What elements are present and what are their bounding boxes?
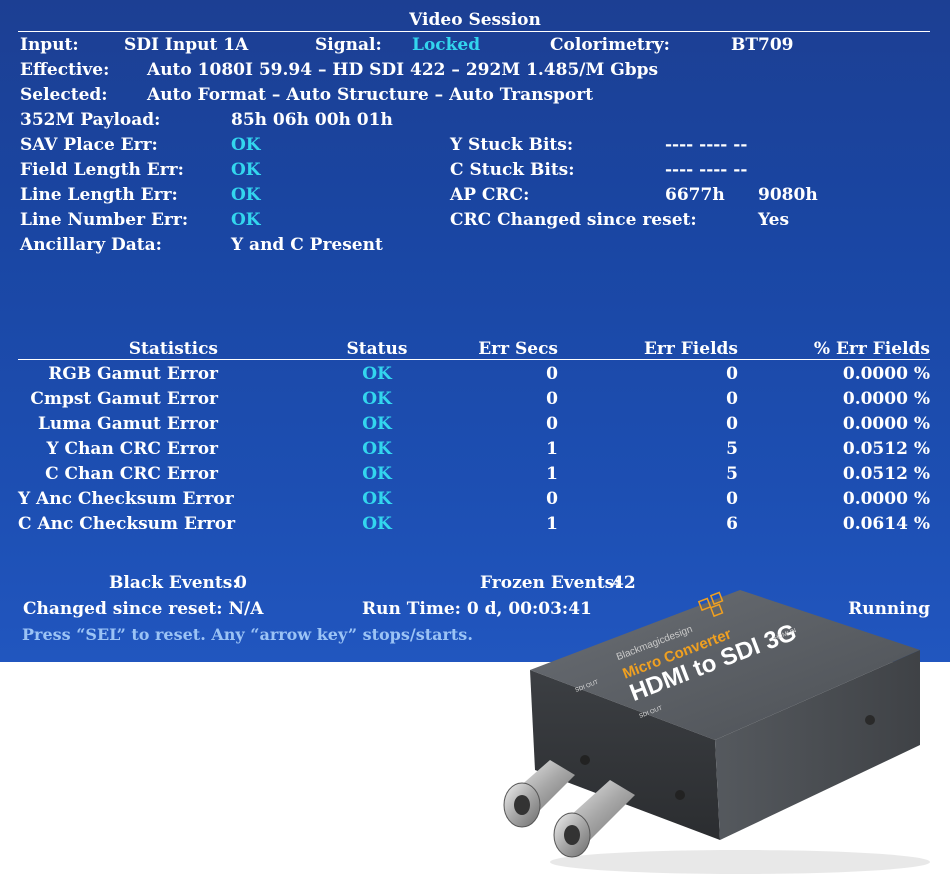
row-err-fields: 0: [726, 414, 738, 434]
row-err-fields: 5: [726, 439, 738, 459]
sav-place-err-value: OK: [231, 135, 261, 155]
row-err-fields: 0: [726, 364, 738, 384]
table-divider: [18, 359, 930, 360]
row-name: RGB Gamut Error: [48, 364, 218, 384]
row-pct-err-fields: 0.0512 %: [842, 464, 930, 484]
ap-crc-value-2: 9080h: [758, 185, 818, 205]
row-err-secs: 1: [546, 464, 558, 484]
row-name: C Anc Checksum Error: [18, 514, 236, 534]
effective-label: Effective:: [20, 60, 110, 80]
row-err-fields: 0: [726, 489, 738, 509]
row-pct-err-fields: 0.0512 %: [842, 439, 930, 459]
reset-hint: Press “SEL” to reset. Any “arrow key” st…: [22, 625, 473, 644]
row-name: C Chan CRC Error: [45, 464, 218, 484]
colorimetry-label: Colorimetry:: [550, 35, 670, 55]
row-status: OK: [362, 364, 392, 384]
field-length-err-label: Field Length Err:: [20, 160, 184, 180]
row-status: OK: [362, 489, 392, 509]
video-session-panel: Video Session Input: SDI Input 1A Signal…: [0, 0, 950, 662]
selected-value: Auto Format – Auto Structure – Auto Tran…: [147, 85, 594, 105]
row-err-secs: 1: [546, 514, 558, 534]
row-status: OK: [362, 439, 392, 459]
ancillary-label: Ancillary Data:: [20, 235, 162, 255]
payload-value: 85h 06h 00h 01h: [231, 110, 393, 130]
ap-crc-value-1: 6677h: [665, 185, 725, 205]
header-err-fields: Err Fields: [643, 339, 738, 359]
field-length-err-value: OK: [231, 160, 261, 180]
y-stuck-bits-label: Y Stuck Bits:: [450, 135, 574, 155]
row-name: Cmpst Gamut Error: [30, 389, 218, 409]
black-events-value: 0: [235, 573, 247, 593]
effective-value: Auto 1080I 59.94 – HD SDI 422 – 292M 1.4…: [147, 60, 659, 80]
micro-converter-device-image: Blackmagicdesign Micro Converter HDMI to…: [503, 590, 930, 874]
line-number-err-value: OK: [231, 210, 261, 230]
row-err-fields: 5: [726, 464, 738, 484]
header-statistics: Statistics: [128, 339, 218, 359]
input-value: SDI Input 1A: [124, 35, 249, 55]
row-pct-err-fields: 0.0000 %: [842, 364, 930, 384]
row-err-secs: 1: [546, 439, 558, 459]
row-err-secs: 0: [546, 389, 558, 409]
row-err-fields: 6: [726, 514, 738, 534]
payload-label: 352M Payload:: [20, 110, 161, 130]
row-status: OK: [362, 389, 392, 409]
crc-changed-label: CRC Changed since reset:: [450, 210, 697, 230]
changed-since-reset: Changed since reset: N/A: [23, 599, 264, 619]
row-name: Y Chan CRC Error: [46, 439, 218, 459]
selected-label: Selected:: [20, 85, 108, 105]
row-name: Y Anc Checksum Error: [18, 489, 234, 509]
crc-changed-value: Yes: [758, 210, 790, 230]
row-name: Luma Gamut Error: [37, 414, 218, 434]
black-events-label: Black Events:: [109, 573, 239, 593]
row-status: OK: [362, 414, 392, 434]
y-stuck-bits-value: ---- ---- --: [665, 135, 748, 155]
input-label: Input:: [20, 35, 79, 55]
line-length-err-value: OK: [231, 185, 261, 205]
row-pct-err-fields: 0.0000 %: [842, 489, 930, 509]
line-length-err-label: Line Length Err:: [20, 185, 178, 205]
c-stuck-bits-value: ---- ---- --: [665, 160, 748, 180]
row-err-secs: 0: [546, 489, 558, 509]
row-err-fields: 0: [726, 389, 738, 409]
row-status: OK: [362, 514, 392, 534]
signal-label: Signal:: [315, 35, 382, 55]
row-pct-err-fields: 0.0000 %: [842, 389, 930, 409]
title-divider: [18, 31, 930, 32]
header-pct-err-fields: % Err Fields: [813, 339, 930, 359]
ancillary-value: Y and C Present: [231, 235, 383, 255]
line-number-err-label: Line Number Err:: [20, 210, 189, 230]
signal-value: Locked: [412, 35, 481, 55]
row-err-secs: 0: [546, 364, 558, 384]
row-err-secs: 0: [546, 414, 558, 434]
row-pct-err-fields: 0.0000 %: [842, 414, 930, 434]
sav-place-err-label: SAV Place Err:: [20, 135, 158, 155]
header-err-secs: Err Secs: [478, 339, 558, 359]
ap-crc-label: AP CRC:: [450, 185, 530, 205]
panel-title: Video Session: [409, 10, 541, 30]
header-status: Status: [346, 339, 408, 359]
colorimetry-value: BT709: [731, 35, 794, 55]
row-status: OK: [362, 464, 392, 484]
row-pct-err-fields: 0.0614 %: [842, 514, 930, 534]
c-stuck-bits-label: C Stuck Bits:: [450, 160, 575, 180]
